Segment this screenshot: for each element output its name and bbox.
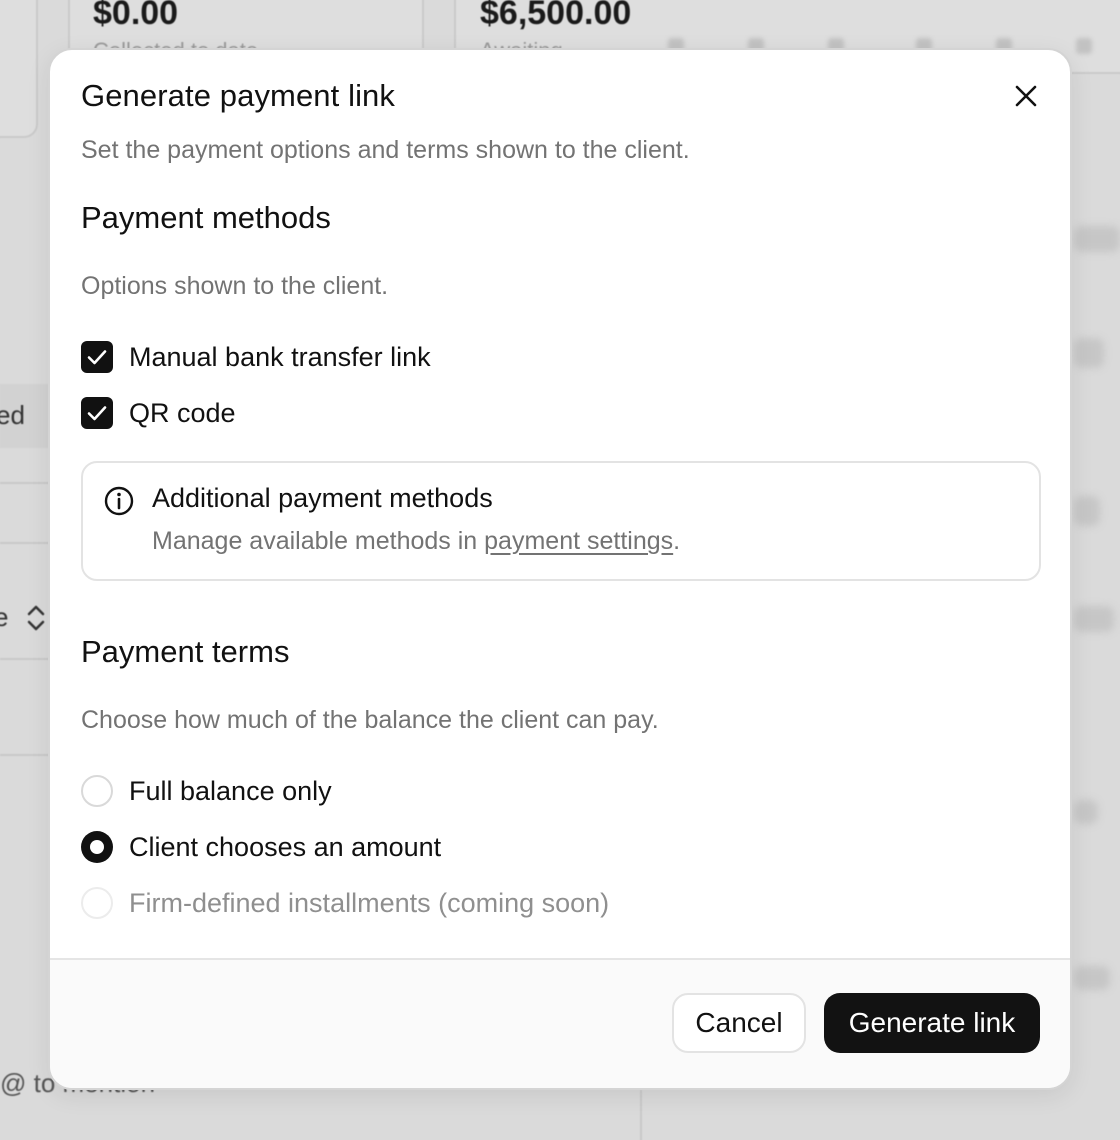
- background-blurred-label: [1074, 606, 1114, 632]
- radio-row-full-balance[interactable]: Full balance only: [81, 773, 332, 809]
- background-divider: [0, 542, 50, 544]
- background-row-text: ed: [0, 400, 25, 430]
- qr-code-label: QR code: [129, 397, 236, 428]
- callout-title: Additional payment methods: [152, 483, 493, 513]
- installments-radio: [81, 887, 113, 919]
- background-toolbar-icon: [1076, 38, 1092, 54]
- background-amount-awaiting: $6,500.00: [480, 0, 632, 32]
- background-blurred-icon: [1074, 800, 1098, 824]
- background-divider: [0, 754, 50, 756]
- background-select-text: e: [0, 602, 9, 632]
- callout-description-suffix: .: [673, 527, 681, 555]
- full-balance-radio[interactable]: [81, 775, 113, 807]
- full-balance-label: Full balance only: [129, 775, 332, 806]
- client-chooses-amount-label: Client chooses an amount: [129, 831, 442, 862]
- callout-description-prefix: Manage available methods in: [152, 527, 485, 555]
- generate-link-button[interactable]: Generate link: [824, 993, 1040, 1053]
- background-divider: [0, 658, 50, 660]
- close-icon: [1015, 85, 1037, 107]
- dialog-footer: Cancel Generate link: [50, 958, 1070, 1088]
- chevron-up-down-icon: [27, 605, 45, 631]
- payment-methods-title: Payment methods: [81, 200, 331, 235]
- payment-terms-description: Choose how much of the balance the clien…: [81, 706, 659, 734]
- radio-row-client-chooses-amount[interactable]: Client chooses an amount: [81, 829, 441, 865]
- background-card-left: [0, 0, 38, 138]
- background-blurred-label: [1074, 226, 1120, 252]
- dialog-subtitle: Set the payment options and terms shown …: [81, 136, 690, 164]
- info-icon: [104, 486, 134, 516]
- installments-label: Firm-defined installments (coming soon): [129, 887, 610, 918]
- close-button[interactable]: [1006, 76, 1046, 116]
- payment-methods-description: Options shown to the client.: [81, 272, 389, 300]
- dialog-title: Generate payment link: [81, 78, 395, 113]
- client-chooses-amount-radio[interactable]: [81, 831, 113, 863]
- checkmark-icon: [87, 406, 107, 421]
- background-blurred-label: [1074, 966, 1110, 990]
- radio-row-installments: Firm-defined installments (coming soon): [81, 885, 609, 921]
- background-divider-vertical: [640, 1090, 642, 1140]
- background-amount-collected: $0.00: [93, 0, 179, 32]
- callout-description: Manage available methods in payment sett…: [152, 527, 680, 556]
- checkbox-row-manual-bank-transfer[interactable]: Manual bank transfer link: [81, 339, 431, 375]
- background-divider: [0, 482, 50, 484]
- manual-bank-transfer-label: Manual bank transfer link: [129, 341, 431, 372]
- checkbox-row-qr-code[interactable]: QR code: [81, 395, 236, 431]
- dialog-body: Generate payment link Set the payment op…: [50, 50, 1070, 962]
- generate-payment-link-dialog: Generate payment link Set the payment op…: [48, 48, 1072, 1090]
- payment-settings-link[interactable]: payment settings: [484, 527, 673, 555]
- payment-terms-title: Payment terms: [81, 634, 290, 669]
- background-blurred-icon: [1074, 338, 1104, 368]
- additional-payment-methods-callout: Additional payment methods Manage availa…: [81, 461, 1041, 581]
- manual-bank-transfer-checkbox[interactable]: [81, 341, 113, 373]
- cancel-button[interactable]: Cancel: [672, 993, 806, 1053]
- background-blurred-icon: [1074, 496, 1100, 526]
- qr-code-checkbox[interactable]: [81, 397, 113, 429]
- checkmark-icon: [87, 350, 107, 365]
